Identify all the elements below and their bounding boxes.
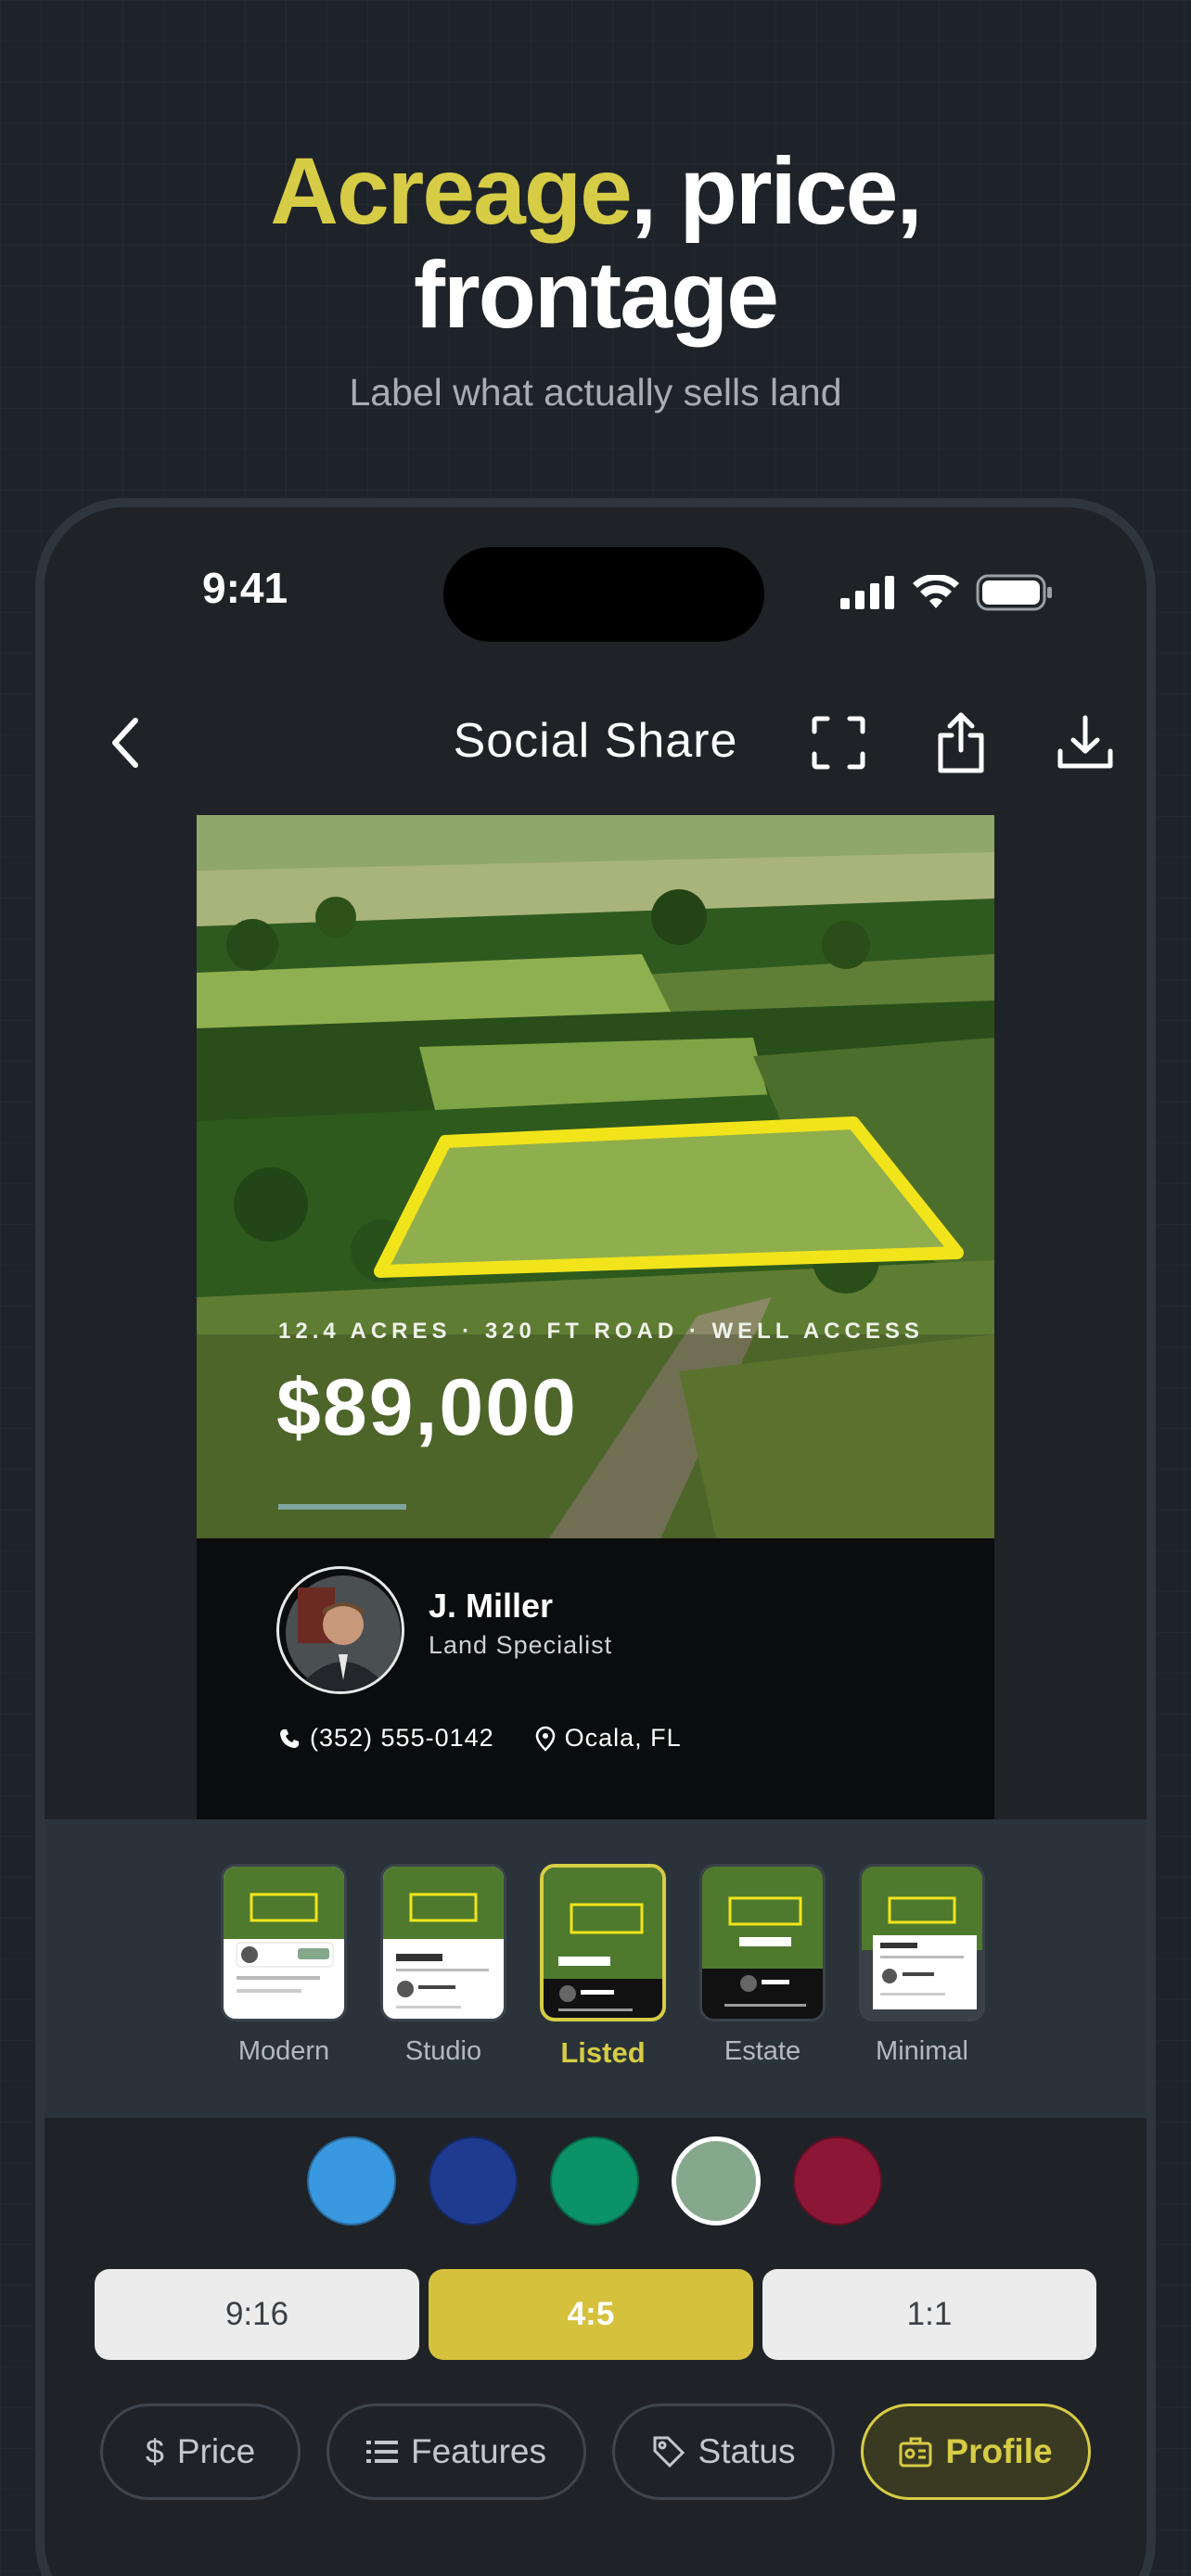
avatar [276, 1566, 404, 1694]
agent-contact: (352) 555-0142 Ocala, FL [278, 1724, 682, 1753]
hero-title-accent: Acreage [270, 138, 633, 244]
template-listed[interactable]: Listed [540, 1864, 666, 2070]
template-thumbnail [540, 1864, 666, 2021]
fullscreen-icon [812, 716, 865, 770]
template-label: Minimal [876, 2036, 968, 2066]
location-pin-icon [535, 1726, 555, 1752]
template-thumbnail [380, 1864, 506, 2021]
template-picker: Modern Studio Listed Estate Minimal [45, 1819, 1146, 2118]
battery-icon [976, 574, 1052, 611]
template-label: Modern [237, 2036, 330, 2066]
social-share-card: 12.4 ACRES · 320 FT ROAD · WELL ACCESS $… [197, 815, 994, 1905]
hero-title-line2: frontage [414, 242, 779, 348]
color-swatch-blue[interactable] [307, 2136, 396, 2225]
chip-label: Features [410, 2432, 546, 2470]
signal-icon [840, 576, 894, 609]
color-swatch-navy[interactable] [429, 2136, 518, 2225]
ratio-9-16-button[interactable]: 9:16 [95, 2269, 419, 2360]
dynamic-island [443, 547, 764, 642]
ratio-label: 9:16 [224, 2296, 289, 2332]
hero-title: Acreage, price, frontage [0, 139, 1191, 347]
template-minimal[interactable]: Minimal [859, 1864, 985, 2067]
template-label: Studio [404, 2036, 482, 2066]
status-bar: 9:41 [45, 507, 1146, 665]
phone-frame: 9:41 Social Share 12.4 ACRES · 320 FT RO… [35, 498, 1156, 2576]
share-button[interactable] [926, 708, 996, 778]
phone-icon [280, 1728, 299, 1748]
chip-features[interactable]: Features [327, 2404, 586, 2500]
chip-price[interactable]: $ Price [100, 2404, 301, 2500]
chip-label: Profile [945, 2432, 1053, 2470]
hero-title-line1: , price, [630, 138, 923, 244]
agent-name: J. Miller [429, 1587, 554, 1625]
status-icons [840, 574, 1054, 611]
agent-location: Ocala, FL [564, 1724, 682, 1752]
template-modern[interactable]: Modern [221, 1864, 347, 2067]
chip-label: Status [698, 2432, 796, 2470]
template-thumbnail [859, 1864, 985, 2021]
template-label: Listed [560, 2036, 646, 2069]
price-underline [278, 1504, 406, 1510]
agent-role: Land Specialist [429, 1631, 613, 1659]
template-thumbnail [221, 1864, 347, 2021]
ratio-label: 4:5 [567, 2296, 615, 2332]
fullscreen-button[interactable] [803, 708, 874, 778]
color-swatch-green[interactable] [550, 2136, 639, 2225]
chip-label: Price [176, 2432, 256, 2470]
color-swatch-sage[interactable] [672, 2136, 761, 2225]
agent-phone: (352) 555-0142 [310, 1724, 494, 1752]
template-label: Estate [724, 2036, 801, 2066]
wifi-icon [913, 575, 959, 608]
navbar: Social Share [45, 683, 1146, 795]
property-price: $89,000 [276, 1363, 578, 1452]
tag-icon [653, 2436, 685, 2468]
template-studio[interactable]: Studio [380, 1864, 506, 2067]
chip-profile[interactable]: Profile [861, 2404, 1091, 2500]
hero-subtitle: Label what actually sells land [349, 371, 842, 414]
ratio-label: 1:1 [906, 2296, 953, 2332]
dollar-icon: $ [145, 2432, 164, 2470]
property-features-text: 12.4 ACRES · 320 FT ROAD · WELL ACCESS [278, 1319, 924, 1344]
download-icon [1057, 715, 1113, 769]
list-icon [365, 2441, 398, 2463]
ratio-4-5-button[interactable]: 4:5 [429, 2269, 753, 2360]
ratio-1-1-button[interactable]: 1:1 [762, 2269, 1096, 2360]
status-time: 9:41 [202, 564, 288, 612]
color-swatch-crimson[interactable] [793, 2136, 882, 2225]
hero-header: Acreage, price, frontage Label what actu… [0, 139, 1191, 414]
chip-status[interactable]: Status [612, 2404, 835, 2500]
template-thumbnail [699, 1864, 826, 2021]
share-icon [938, 712, 984, 773]
template-estate[interactable]: Estate [699, 1864, 826, 2067]
badge-icon [899, 2437, 932, 2468]
download-button[interactable] [1050, 708, 1121, 778]
